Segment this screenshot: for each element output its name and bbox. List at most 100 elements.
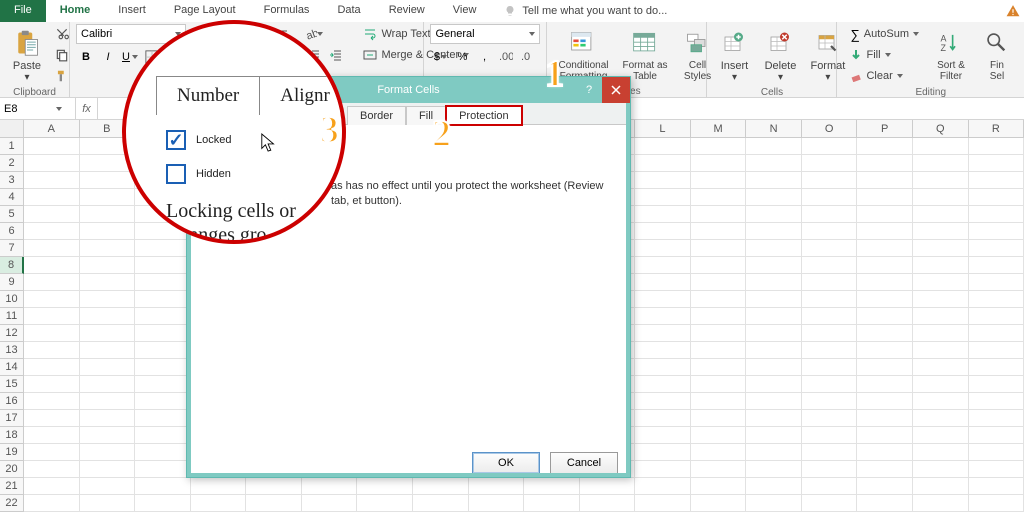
fill-button[interactable]: Fill (843, 45, 926, 65)
cell[interactable] (635, 172, 691, 189)
cell[interactable] (191, 478, 247, 495)
row-header[interactable]: 17 (0, 410, 24, 427)
cell[interactable] (969, 240, 1024, 257)
cell[interactable] (857, 240, 913, 257)
dialog-tab-protection[interactable]: Protection (446, 106, 522, 125)
cell[interactable] (746, 172, 802, 189)
cell[interactable] (635, 444, 691, 461)
tab-home[interactable]: Home (46, 0, 105, 22)
cell[interactable] (691, 325, 747, 342)
cell[interactable] (24, 427, 80, 444)
cell[interactable] (746, 138, 802, 155)
cell[interactable] (691, 427, 747, 444)
cell[interactable] (802, 172, 858, 189)
italic-button[interactable]: I (98, 47, 118, 67)
cell[interactable] (746, 257, 802, 274)
tab-view[interactable]: View (439, 0, 491, 22)
autosum-button[interactable]: ∑AutoSum (843, 24, 926, 44)
cell[interactable] (24, 274, 80, 291)
cell[interactable] (857, 444, 913, 461)
cell[interactable] (635, 138, 691, 155)
row-header[interactable]: 10 (0, 291, 24, 308)
row-header[interactable]: 21 (0, 478, 24, 495)
locked-checkbox-box[interactable] (166, 130, 186, 150)
row-header[interactable]: 22 (0, 495, 24, 512)
tab-page-layout[interactable]: Page Layout (160, 0, 250, 22)
cell[interactable] (913, 257, 969, 274)
cell[interactable] (24, 257, 80, 274)
cell[interactable] (24, 495, 80, 512)
cell[interactable] (635, 461, 691, 478)
cell[interactable] (80, 308, 136, 325)
cell[interactable] (24, 189, 80, 206)
comma-button[interactable]: , (474, 47, 494, 67)
cell[interactable] (635, 325, 691, 342)
cell[interactable] (80, 393, 136, 410)
hidden-checkbox-box[interactable] (166, 164, 186, 184)
cell[interactable] (969, 393, 1024, 410)
cell[interactable] (746, 223, 802, 240)
dialog-cancel-button[interactable]: Cancel (550, 452, 618, 474)
cell[interactable] (80, 240, 136, 257)
cell[interactable] (635, 359, 691, 376)
clear-button[interactable]: Clear (843, 66, 926, 86)
cell[interactable] (913, 155, 969, 172)
hidden-checkbox[interactable]: Hidden (166, 164, 231, 184)
cell[interactable] (746, 444, 802, 461)
cell[interactable] (635, 291, 691, 308)
col-header[interactable]: P (857, 120, 913, 138)
cell[interactable] (969, 308, 1024, 325)
row-header[interactable]: 14 (0, 359, 24, 376)
col-header[interactable]: N (746, 120, 802, 138)
cell[interactable] (635, 427, 691, 444)
cell[interactable] (357, 478, 413, 495)
cell[interactable] (969, 359, 1024, 376)
cell[interactable] (80, 427, 136, 444)
cell[interactable] (913, 189, 969, 206)
cell[interactable] (746, 274, 802, 291)
cell[interactable] (135, 308, 191, 325)
cell[interactable] (635, 478, 691, 495)
cell[interactable] (691, 495, 747, 512)
cell[interactable] (746, 461, 802, 478)
cell[interactable] (135, 376, 191, 393)
row-header[interactable]: 16 (0, 393, 24, 410)
cell[interactable] (857, 206, 913, 223)
cell[interactable] (80, 376, 136, 393)
cell[interactable] (857, 223, 913, 240)
cell[interactable] (746, 308, 802, 325)
row-header[interactable]: 2 (0, 155, 24, 172)
tab-data[interactable]: Data (323, 0, 374, 22)
cell[interactable] (969, 444, 1024, 461)
cell[interactable] (746, 410, 802, 427)
cell[interactable] (635, 257, 691, 274)
cell[interactable] (913, 308, 969, 325)
cell[interactable] (580, 478, 636, 495)
cell[interactable] (802, 257, 858, 274)
cell[interactable] (913, 342, 969, 359)
row-headers[interactable]: 12345678910111213141516171819202122 (0, 138, 24, 512)
cell[interactable] (635, 308, 691, 325)
percent-button[interactable]: % (452, 47, 472, 67)
row-header[interactable]: 11 (0, 308, 24, 325)
cell[interactable] (80, 359, 136, 376)
cell[interactable] (635, 189, 691, 206)
cell[interactable] (802, 223, 858, 240)
row-header[interactable]: 1 (0, 138, 24, 155)
cell[interactable] (913, 223, 969, 240)
cell[interactable] (746, 342, 802, 359)
cell[interactable] (913, 427, 969, 444)
cell[interactable] (857, 189, 913, 206)
cell[interactable] (802, 274, 858, 291)
row-header[interactable]: 13 (0, 342, 24, 359)
cell[interactable] (135, 427, 191, 444)
name-box-input[interactable] (4, 103, 52, 115)
cell[interactable] (802, 444, 858, 461)
cell[interactable] (24, 223, 80, 240)
cell[interactable] (691, 274, 747, 291)
cell[interactable] (969, 274, 1024, 291)
cell[interactable] (802, 308, 858, 325)
col-header[interactable]: O (802, 120, 858, 138)
col-header[interactable]: M (691, 120, 747, 138)
cell[interactable] (746, 376, 802, 393)
